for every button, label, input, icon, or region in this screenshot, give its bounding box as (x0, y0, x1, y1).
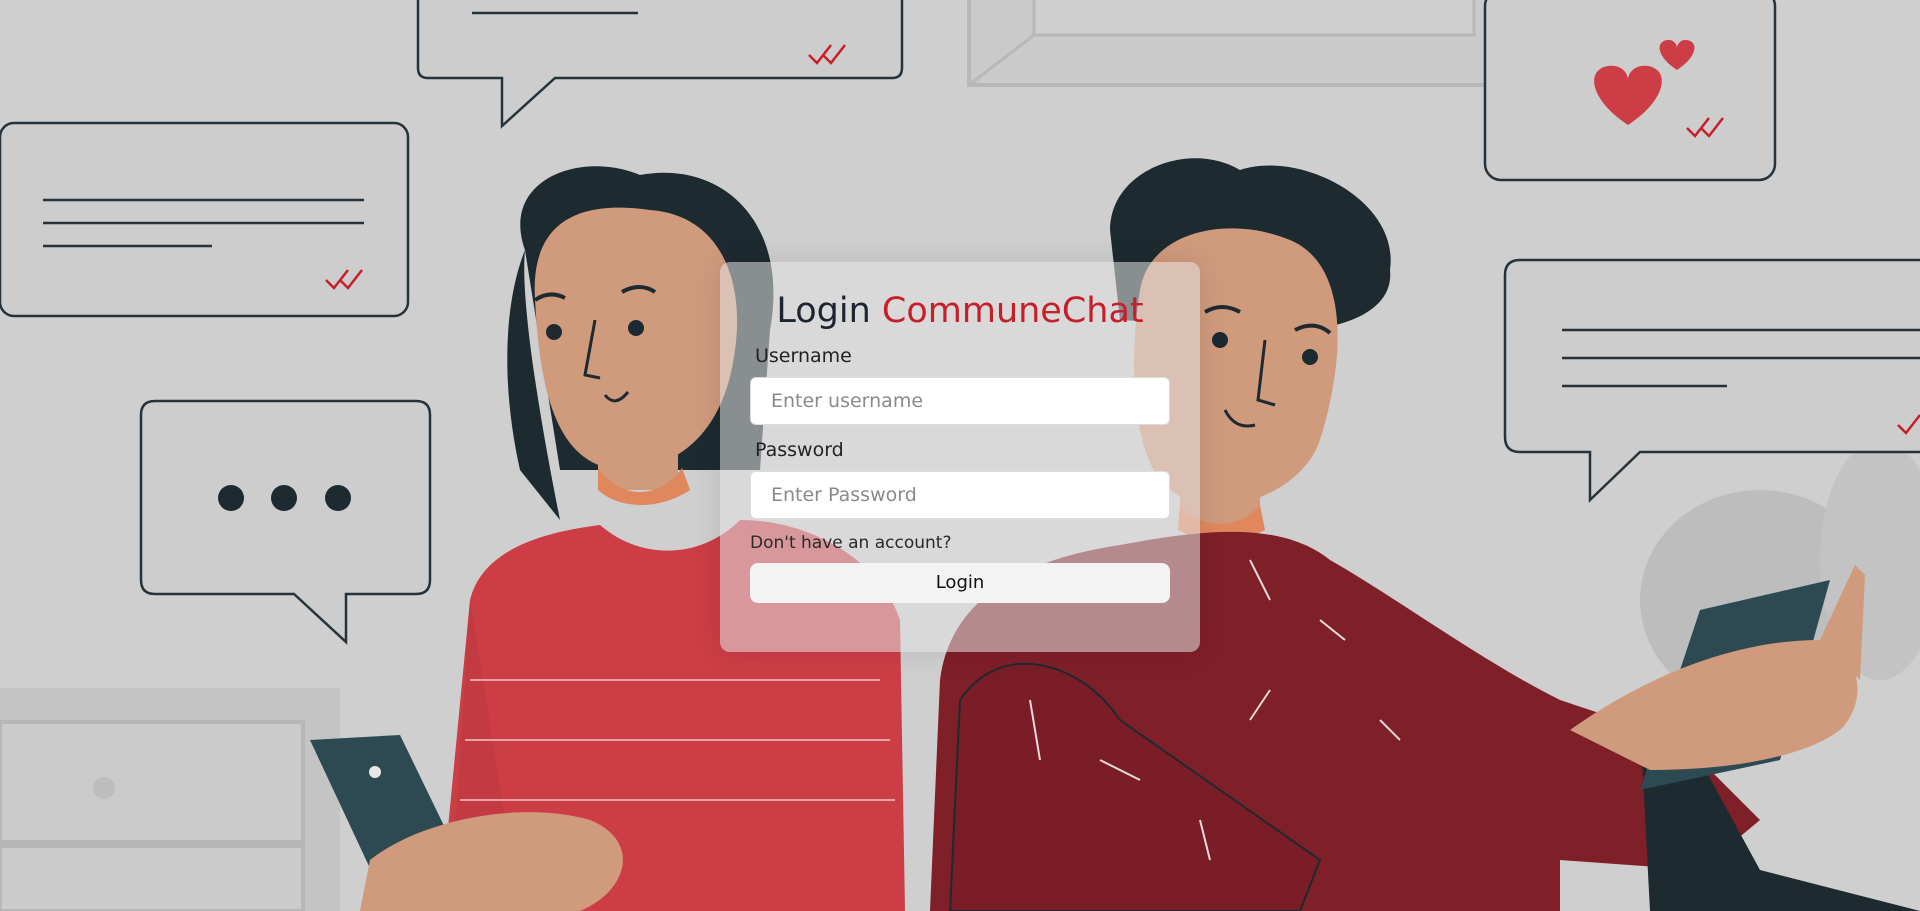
brand-name: CommuneChat (881, 291, 1144, 331)
username-input[interactable] (750, 376, 1170, 425)
bubble-typing (139, 399, 432, 645)
bubble-top-center (416, 0, 904, 129)
signup-link[interactable]: Don't have an account? (750, 533, 1170, 553)
login-title: Login CommuneChat (750, 292, 1170, 331)
bubble-hearts (1483, 0, 1777, 182)
login-title-prefix: Login (776, 291, 871, 331)
password-label: Password (755, 438, 844, 461)
login-button[interactable]: Login (750, 562, 1170, 603)
username-label: Username (755, 344, 852, 367)
bubble-left-lines (0, 121, 410, 318)
login-card: Login CommuneChat Username Password Don'… (720, 262, 1200, 652)
password-input[interactable] (750, 470, 1170, 519)
